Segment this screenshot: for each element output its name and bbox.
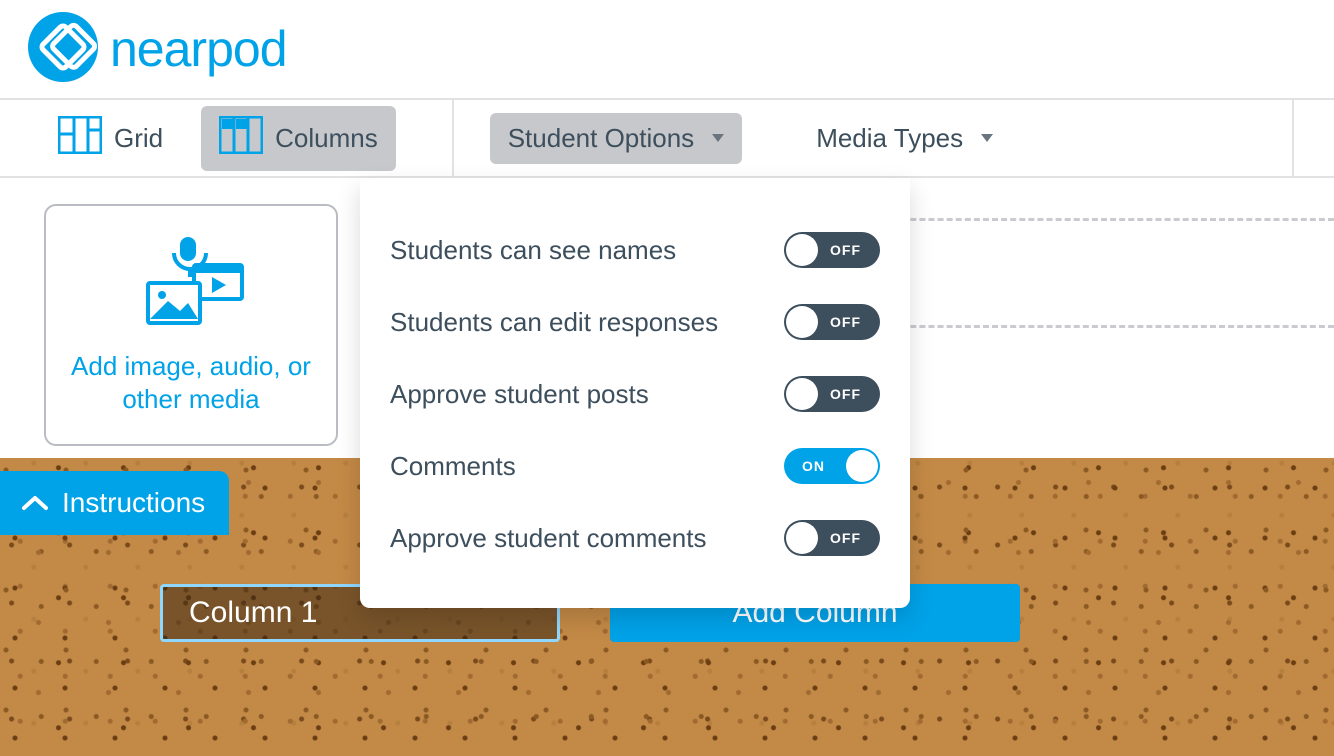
student-options-label: Student Options bbox=[508, 123, 694, 154]
app-header: nearpod bbox=[0, 0, 1334, 100]
toggle-state-label: OFF bbox=[830, 314, 861, 330]
chevron-down-icon bbox=[981, 134, 993, 142]
columns-view-button[interactable]: Columns bbox=[201, 106, 396, 171]
option-label: Approve student posts bbox=[390, 379, 649, 410]
instructions-toggle-button[interactable]: Instructions bbox=[0, 471, 229, 535]
topic-input[interactable]: ic bbox=[874, 218, 1334, 328]
brand-logo: nearpod bbox=[28, 12, 287, 87]
option-label: Comments bbox=[390, 451, 516, 482]
brand-name: nearpod bbox=[110, 20, 287, 78]
option-comments: Comments ON bbox=[390, 430, 880, 502]
chevron-up-icon bbox=[22, 487, 48, 519]
option-approve-student-posts: Approve student posts OFF bbox=[390, 358, 880, 430]
grid-view-label: Grid bbox=[114, 123, 163, 154]
column-1-label: Column 1 bbox=[189, 596, 317, 630]
media-types-dropdown-button[interactable]: Media Types bbox=[798, 113, 1011, 164]
columns-view-label: Columns bbox=[275, 123, 378, 154]
student-options-dropdown-button[interactable]: Student Options bbox=[490, 113, 742, 164]
media-types-label: Media Types bbox=[816, 123, 963, 154]
toggle-knob bbox=[846, 450, 878, 482]
option-label: Approve student comments bbox=[390, 523, 707, 554]
toggle-state-label: OFF bbox=[830, 242, 861, 258]
instructions-label: Instructions bbox=[62, 487, 205, 519]
media-composite-icon bbox=[136, 235, 246, 334]
nearpod-logo-icon bbox=[28, 12, 98, 87]
option-label: Students can edit responses bbox=[390, 307, 718, 338]
grid-icon bbox=[58, 116, 102, 161]
toggle-knob bbox=[786, 378, 818, 410]
option-approve-student-comments: Approve student comments OFF bbox=[390, 502, 880, 574]
student-options-dropdown: Students can see names OFF Students can … bbox=[360, 178, 910, 608]
toggle-knob bbox=[786, 234, 818, 266]
toggle-students-see-names[interactable]: OFF bbox=[784, 232, 880, 268]
toggle-comments[interactable]: ON bbox=[784, 448, 880, 484]
toggle-knob bbox=[786, 306, 818, 338]
toggle-approve-student-posts[interactable]: OFF bbox=[784, 376, 880, 412]
toggle-approve-student-comments[interactable]: OFF bbox=[784, 520, 880, 556]
option-students-edit-responses: Students can edit responses OFF bbox=[390, 286, 880, 358]
option-students-see-names: Students can see names OFF bbox=[390, 214, 880, 286]
toolbar-divider bbox=[452, 100, 454, 176]
add-media-label: Add image, audio, or other media bbox=[64, 350, 318, 415]
toggle-students-edit-responses[interactable]: OFF bbox=[784, 304, 880, 340]
toolbar-divider bbox=[1292, 100, 1294, 176]
toolbar: Grid Columns Student Options Media Types bbox=[0, 100, 1334, 178]
add-media-card[interactable]: Add image, audio, or other media bbox=[44, 204, 338, 446]
toggle-state-label: OFF bbox=[830, 386, 861, 402]
chevron-down-icon bbox=[712, 134, 724, 142]
view-switch-group: Grid Columns bbox=[40, 100, 416, 176]
toggle-state-label: ON bbox=[802, 458, 825, 474]
toggle-state-label: OFF bbox=[830, 530, 861, 546]
grid-view-button[interactable]: Grid bbox=[40, 106, 181, 171]
columns-icon bbox=[219, 116, 263, 161]
main-area: Add image, audio, or other media ic Inst… bbox=[0, 178, 1334, 756]
option-label: Students can see names bbox=[390, 235, 676, 266]
toggle-knob bbox=[786, 522, 818, 554]
